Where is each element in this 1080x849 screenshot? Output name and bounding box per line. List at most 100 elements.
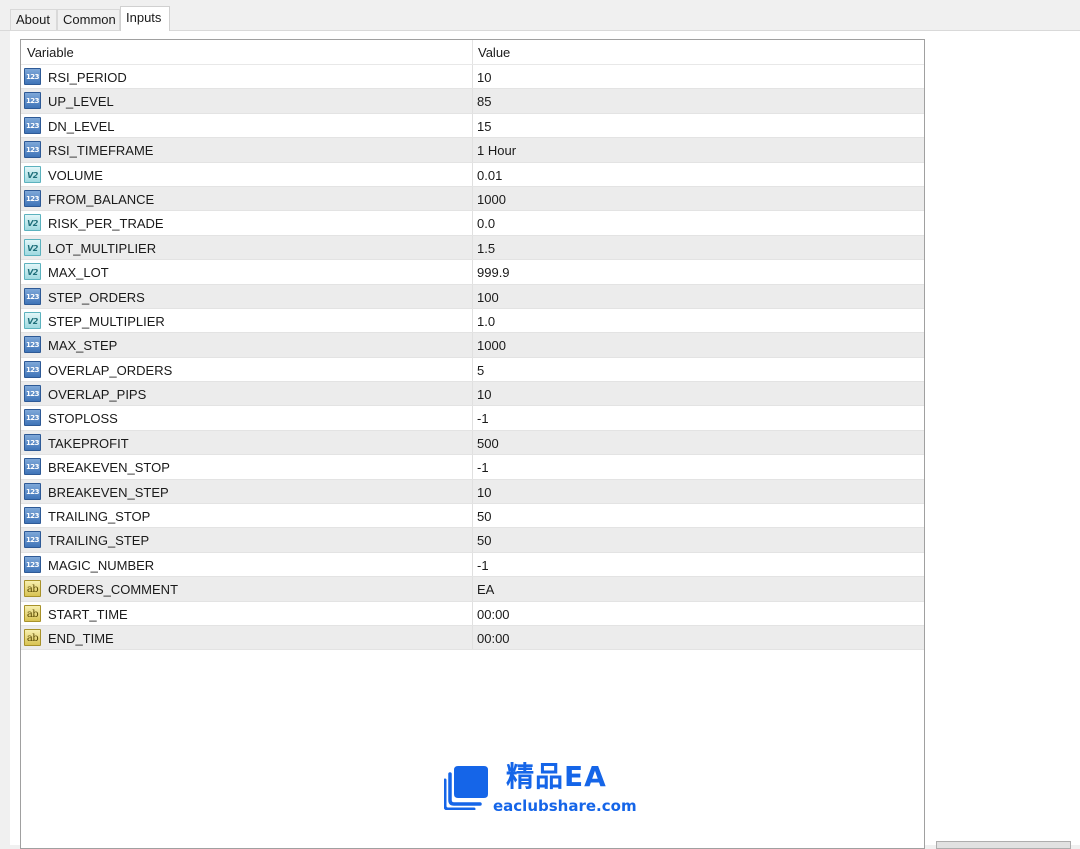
variable-name: TAKEPROFIT: [48, 435, 129, 451]
variable-value[interactable]: -1: [477, 553, 489, 578]
variable-value[interactable]: 999.9: [477, 260, 510, 285]
table-row[interactable]: 123 TRAILING_STOP 50: [21, 504, 924, 529]
variable-name: MAX_STEP: [48, 338, 118, 354]
variable-value[interactable]: 50: [477, 528, 491, 553]
variable-value[interactable]: 10: [477, 480, 491, 505]
column-header-separator[interactable]: [472, 40, 473, 64]
variable-value[interactable]: 1.5: [477, 236, 495, 261]
integer-type-icon: 123: [24, 409, 41, 427]
tab-bar: About Common Inputs: [0, 0, 1080, 31]
variable-name: DN_LEVEL: [48, 118, 115, 134]
table-row[interactable]: ab END_TIME 00:00: [21, 625, 924, 651]
integer-type-icon: 123: [24, 385, 41, 403]
column-separator: [472, 430, 473, 455]
variable-value[interactable]: 10: [477, 382, 491, 407]
table-row[interactable]: 123 STOPLOSS -1: [21, 406, 924, 431]
integer-type-icon: 123: [24, 531, 41, 549]
variable-value[interactable]: 00:00: [477, 602, 510, 627]
variable-name: END_TIME: [48, 630, 114, 646]
inputs-table: Variable Value 123 RSI_PERIOD 10 123 UP_LEVE…: [20, 39, 925, 849]
column-separator: [472, 308, 473, 333]
variable-value[interactable]: 1.0: [477, 309, 495, 334]
variable-value[interactable]: 0.0: [477, 211, 495, 236]
string-type-icon: ab: [24, 580, 41, 598]
column-header-value[interactable]: Value: [478, 40, 510, 64]
table-header: Variable Value: [21, 40, 924, 65]
variable-name: STEP_ORDERS: [48, 289, 145, 305]
variable-value[interactable]: 500: [477, 431, 499, 456]
column-separator: [472, 357, 473, 382]
table-row[interactable]: V2 MAX_LOT 999.9: [21, 260, 924, 285]
table-row[interactable]: 123 MAGIC_NUMBER -1: [21, 552, 924, 578]
integer-type-icon: 123: [24, 141, 41, 159]
column-separator: [472, 406, 473, 430]
string-type-icon: ab: [24, 628, 41, 646]
column-header-variable[interactable]: Variable: [27, 40, 74, 64]
tab-inputs[interactable]: Inputs: [120, 6, 170, 31]
table-row[interactable]: 123 RSI_PERIOD 10: [21, 65, 924, 90]
variable-name: OVERLAP_ORDERS: [48, 362, 173, 378]
table-row[interactable]: V2 VOLUME 0.01: [21, 162, 924, 188]
column-separator: [472, 113, 473, 138]
table-row[interactable]: 123 BREAKEVEN_STOP -1: [21, 455, 924, 480]
integer-type-icon: 123: [24, 482, 41, 500]
table-row[interactable]: 123 BREAKEVEN_STEP 10: [21, 479, 924, 505]
integer-type-icon: 123: [24, 507, 41, 525]
variable-value[interactable]: 10: [477, 65, 491, 90]
table-row[interactable]: V2 LOT_MULTIPLIER 1.5: [21, 235, 924, 261]
column-separator: [472, 186, 473, 211]
table-row[interactable]: 123 RSI_TIMEFRAME 1 Hour: [21, 138, 924, 163]
variable-value[interactable]: 1000: [477, 187, 506, 212]
variable-value[interactable]: 1000: [477, 333, 506, 358]
variable-name: UP_LEVEL: [48, 94, 114, 110]
variable-name: ORDERS_COMMENT: [48, 582, 179, 598]
table-row[interactable]: 123 TRAILING_STEP 50: [21, 528, 924, 553]
table-row[interactable]: ab ORDERS_COMMENT EA: [21, 577, 924, 602]
bottom-button-fragment[interactable]: [936, 841, 1071, 849]
column-separator: [472, 625, 473, 650]
integer-type-icon: 123: [24, 458, 41, 476]
table-row[interactable]: 123 OVERLAP_PIPS 10: [21, 382, 924, 407]
column-separator: [472, 211, 473, 235]
column-separator: [472, 528, 473, 552]
table-row[interactable]: 123 UP_LEVEL 85: [21, 89, 924, 114]
variable-name: STOPLOSS: [48, 411, 118, 427]
variable-value[interactable]: 00:00: [477, 626, 510, 651]
table-row[interactable]: 123 STEP_ORDERS 100: [21, 284, 924, 310]
variable-name: BREAKEVEN_STOP: [48, 460, 170, 476]
integer-type-icon: 123: [24, 92, 41, 110]
variable-value[interactable]: EA: [477, 577, 494, 602]
variable-value[interactable]: 1 Hour: [477, 138, 516, 163]
variable-name: TRAILING_STEP: [48, 533, 150, 549]
table-row[interactable]: 123 TAKEPROFIT 500: [21, 430, 924, 456]
column-separator: [472, 601, 473, 625]
variable-name: MAX_LOT: [48, 265, 109, 281]
double-type-icon: V2: [24, 263, 41, 281]
integer-type-icon: 123: [24, 555, 41, 573]
variable-name: RISK_PER_TRADE: [48, 216, 164, 232]
tab-common[interactable]: Common: [57, 9, 120, 30]
variable-value[interactable]: 50: [477, 504, 491, 529]
variable-name: FROM_BALANCE: [48, 191, 155, 207]
tab-about[interactable]: About: [10, 9, 57, 30]
variable-value[interactable]: 0.01: [477, 163, 502, 188]
watermark-url: eaclubshare.com: [493, 797, 637, 815]
table-row[interactable]: V2 STEP_MULTIPLIER 1.0: [21, 308, 924, 334]
variable-value[interactable]: 85: [477, 89, 491, 114]
table-row[interactable]: V2 RISK_PER_TRADE 0.0: [21, 211, 924, 236]
table-row[interactable]: ab START_TIME 00:00: [21, 601, 924, 627]
table-row[interactable]: 123 DN_LEVEL 15: [21, 113, 924, 139]
variable-name: RSI_TIMEFRAME: [48, 143, 154, 159]
variable-value[interactable]: -1: [477, 455, 489, 480]
integer-type-icon: 123: [24, 433, 41, 451]
variable-value[interactable]: -1: [477, 406, 489, 431]
variable-value[interactable]: 15: [477, 114, 491, 139]
table-row[interactable]: 123 OVERLAP_ORDERS 5: [21, 357, 924, 383]
column-separator: [472, 552, 473, 577]
variable-value[interactable]: 100: [477, 285, 499, 310]
variable-value[interactable]: 5: [477, 358, 484, 383]
table-row[interactable]: 123 MAX_STEP 1000: [21, 333, 924, 358]
watermark: 精品EA eaclubshare.com: [444, 760, 644, 820]
variable-name: VOLUME: [48, 167, 103, 183]
table-row[interactable]: 123 FROM_BALANCE 1000: [21, 186, 924, 212]
